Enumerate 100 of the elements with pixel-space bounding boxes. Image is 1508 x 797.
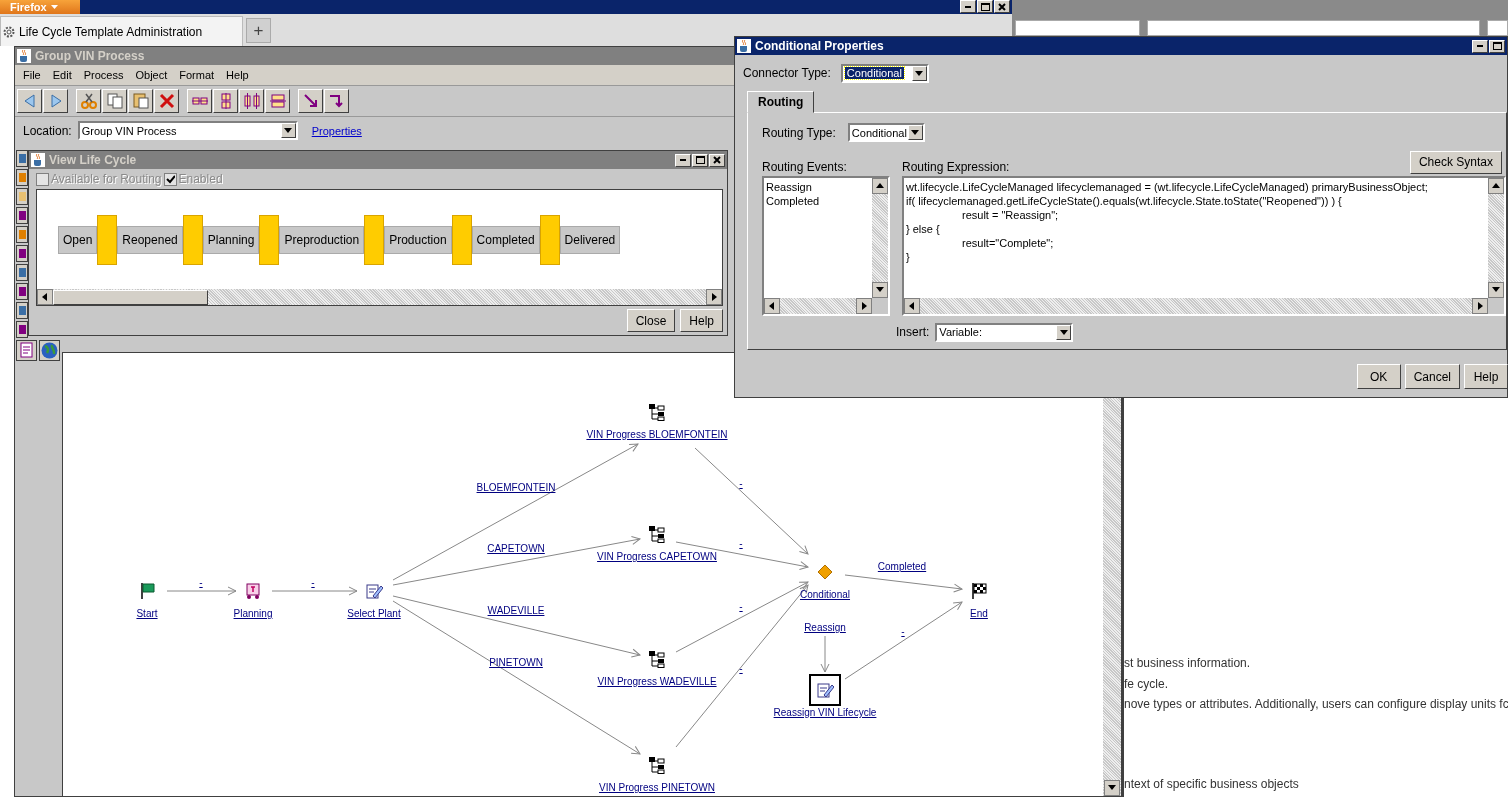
list-item[interactable]: Reassign (766, 179, 870, 194)
state-box[interactable]: Delivered (559, 225, 621, 254)
location-dropdown[interactable]: Group VIN Process (77, 121, 298, 140)
state-box[interactable]: Planning (202, 225, 260, 254)
help-button[interactable]: Help (1464, 364, 1508, 389)
palette-icon[interactable] (16, 169, 28, 186)
state-box[interactable]: Preproduction (279, 225, 365, 254)
properties-link[interactable]: Properties (311, 124, 362, 137)
node-label[interactable]: Start (136, 608, 158, 619)
cart-icon[interactable] (244, 582, 262, 600)
scroll-right-icon[interactable] (856, 297, 872, 314)
connector-button[interactable] (324, 89, 349, 113)
routing-type-dropdown[interactable]: Conditional (847, 123, 925, 143)
tree-icon[interactable] (648, 403, 666, 421)
connector-label[interactable]: - (739, 538, 743, 549)
scroll-left-icon[interactable] (37, 289, 53, 305)
close-button[interactable]: Close (626, 309, 676, 332)
maximize-button[interactable] (692, 153, 708, 167)
palette-icon[interactable] (16, 150, 28, 167)
connector-button[interactable] (298, 89, 323, 113)
horizontal-scrollbar[interactable] (764, 297, 872, 314)
cancel-button[interactable]: Cancel (1404, 364, 1460, 389)
palette-icon[interactable] (16, 264, 28, 281)
scroll-down-icon[interactable] (1104, 780, 1120, 796)
cut-button[interactable] (76, 89, 101, 113)
diamond-icon[interactable] (816, 563, 834, 581)
maximize-button[interactable] (1489, 39, 1505, 53)
ok-button[interactable]: OK (1356, 364, 1401, 389)
connector-label[interactable]: PINETOWN (489, 657, 543, 668)
tree-icon[interactable] (648, 650, 666, 668)
palette-icon[interactable] (16, 245, 28, 262)
browser-tab[interactable]: Life Cycle Template Administration (0, 16, 243, 46)
connector-label[interactable]: - (739, 601, 743, 612)
state-box[interactable]: Open (58, 225, 98, 254)
node-label[interactable]: End (970, 608, 988, 619)
node-label[interactable]: Reassign VIN Lifecycle (773, 707, 877, 718)
scroll-left-icon[interactable] (904, 297, 920, 314)
list-item[interactable]: Completed (766, 193, 870, 208)
node-label[interactable]: Planning (233, 608, 273, 619)
tree-icon[interactable] (648, 756, 666, 774)
connector-label[interactable]: - (739, 663, 743, 674)
state-box[interactable]: Production (384, 225, 452, 254)
scroll-down-icon[interactable] (1488, 281, 1504, 298)
connector-label[interactable]: - (199, 577, 203, 588)
document-icon[interactable] (16, 340, 37, 361)
back-button[interactable] (17, 89, 42, 113)
node-label[interactable]: VIN Progress PINETOWN (599, 782, 715, 793)
menu-item[interactable]: Object (129, 69, 174, 81)
connector-type-dropdown[interactable]: Conditional (840, 63, 929, 83)
node-label[interactable]: VIN Progress WADEVILLE (597, 676, 717, 687)
forward-button[interactable] (43, 89, 68, 113)
connector-label[interactable]: - (311, 577, 315, 588)
palette-icon[interactable] (16, 226, 28, 243)
paste-button[interactable] (128, 89, 153, 113)
connector-label[interactable]: Reassign (804, 622, 846, 633)
delete-button[interactable] (154, 89, 179, 113)
node-label[interactable]: Select Plant (347, 608, 401, 619)
connector-label[interactable]: - (739, 478, 743, 489)
align-button[interactable] (239, 89, 264, 113)
state-box[interactable]: Reopened (117, 225, 183, 254)
connector-label[interactable]: WADEVILLE (487, 605, 545, 616)
events-list[interactable]: Reassign Completed (762, 175, 890, 316)
palette-icon[interactable] (16, 302, 28, 319)
close-button[interactable] (994, 0, 1010, 13)
expression-editor[interactable] (902, 175, 1506, 316)
node-label[interactable]: Conditional (800, 589, 850, 600)
palette-icon[interactable] (16, 207, 28, 224)
scroll-up-icon[interactable] (872, 177, 888, 194)
menu-item[interactable]: Edit (46, 69, 78, 81)
copy-button[interactable] (102, 89, 127, 113)
state-box[interactable]: Completed (471, 225, 540, 254)
scroll-right-icon[interactable] (706, 289, 722, 305)
scroll-down-icon[interactable] (872, 281, 888, 298)
menu-item[interactable]: Format (173, 69, 221, 81)
align-button[interactable] (187, 89, 212, 113)
tree-icon[interactable] (648, 525, 666, 543)
pencil-document-icon[interactable] (365, 582, 383, 600)
scroll-right-icon[interactable] (1472, 297, 1488, 314)
maximize-button[interactable] (977, 0, 993, 13)
check-syntax-button[interactable]: Check Syntax (1409, 150, 1502, 174)
scroll-thumb[interactable] (53, 289, 208, 305)
help-button[interactable]: Help (680, 309, 723, 332)
minimize-button[interactable] (960, 0, 976, 13)
flag-icon[interactable] (138, 582, 156, 600)
connector-label[interactable]: BLOEMFONTEIN (476, 482, 556, 493)
minimize-button[interactable] (1472, 39, 1488, 53)
scroll-up-icon[interactable] (1488, 177, 1504, 194)
vertical-scrollbar[interactable] (872, 177, 888, 298)
node-label[interactable]: VIN Progress BLOEMFONTEIN (586, 429, 728, 440)
menu-item[interactable]: Process (77, 69, 130, 81)
selected-node[interactable] (809, 674, 841, 706)
connector-label[interactable]: Completed (877, 561, 927, 572)
checkered-flag-icon[interactable] (970, 582, 988, 600)
align-button[interactable] (213, 89, 238, 113)
globe-icon[interactable] (39, 340, 60, 361)
insert-dropdown[interactable]: Variable: (935, 322, 1074, 342)
palette-icon[interactable] (16, 321, 28, 338)
close-button[interactable] (709, 153, 725, 167)
menu-item[interactable]: Help (220, 69, 255, 81)
minimize-button[interactable] (675, 153, 691, 167)
